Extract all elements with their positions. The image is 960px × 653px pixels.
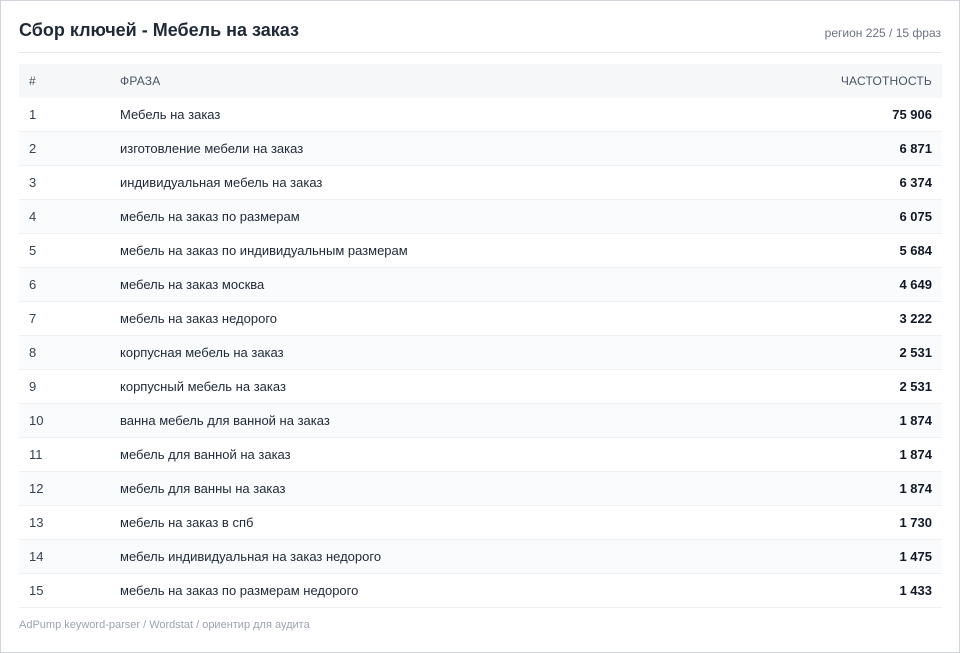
row-frequency: 1 433 <box>762 573 942 608</box>
table-row: 12 мебель для ванны на заказ 1 874 <box>19 471 942 506</box>
row-phrase: мебель на заказ в спб <box>110 505 762 540</box>
row-frequency: 4 649 <box>762 267 942 302</box>
row-number: 9 <box>19 369 110 404</box>
row-number: 13 <box>19 505 110 540</box>
row-frequency: 1 475 <box>762 539 942 574</box>
row-frequency: 6 374 <box>762 165 942 200</box>
column-header-number: # <box>19 64 110 98</box>
row-number: 2 <box>19 131 110 166</box>
table-row: 3 индивидуальная мебель на заказ 6 374 <box>19 165 942 200</box>
table-row: 14 мебель индивидуальная на заказ недорог… <box>19 539 942 574</box>
table-row: 9 корпусный мебель на заказ 2 531 <box>19 369 942 404</box>
row-number: 14 <box>19 539 110 574</box>
row-phrase: индивидуальная мебель на заказ <box>110 165 762 200</box>
table-row: 4 мебель на заказ по размерам 6 075 <box>19 199 942 234</box>
table-row: 10 ванна мебель для ванной на заказ 1 874 <box>19 403 942 438</box>
row-number: 7 <box>19 301 110 336</box>
row-phrase: мебель на заказ недорого <box>110 301 762 336</box>
row-phrase: мебель на заказ по размерам <box>110 199 762 234</box>
row-phrase: мебель на заказ по размерам недорого <box>110 573 762 608</box>
row-number: 11 <box>19 437 110 472</box>
row-number: 1 <box>19 98 110 132</box>
table-row: 13 мебель на заказ в спб 1 730 <box>19 505 942 540</box>
row-number: 6 <box>19 267 110 302</box>
row-frequency: 75 906 <box>762 98 942 132</box>
row-phrase: ванна мебель для ванной на заказ <box>110 403 762 438</box>
row-number: 4 <box>19 199 110 234</box>
report-panel: Сбор ключей - Мебель на заказ регион 225… <box>0 0 960 653</box>
row-frequency: 6 075 <box>762 199 942 234</box>
row-number: 3 <box>19 165 110 200</box>
row-phrase: мебель индивидуальная на заказ недорого <box>110 539 762 574</box>
row-phrase: мебель на заказ по индивидуальным размер… <box>110 233 762 268</box>
row-frequency: 2 531 <box>762 369 942 404</box>
report-header: Сбор ключей - Мебель на заказ регион 225… <box>19 1 941 53</box>
page-title: Сбор ключей - Мебель на заказ <box>19 20 299 40</box>
row-number: 5 <box>19 233 110 268</box>
row-frequency: 1 874 <box>762 437 942 472</box>
table-row: 8 корпусная мебель на заказ 2 531 <box>19 335 942 370</box>
table-row: 11 мебель для ванной на заказ 1 874 <box>19 437 942 472</box>
row-frequency: 1 874 <box>762 471 942 506</box>
row-number: 8 <box>19 335 110 370</box>
row-phrase: корпусная мебель на заказ <box>110 335 762 370</box>
row-number: 12 <box>19 471 110 506</box>
row-phrase: мебель для ванной на заказ <box>110 437 762 472</box>
region-meta: регион 225 / 15 фраз <box>824 26 941 40</box>
row-number: 10 <box>19 403 110 438</box>
row-phrase: Мебель на заказ <box>110 98 762 132</box>
row-frequency: 1 874 <box>762 403 942 438</box>
column-header-phrase: ФРАЗА <box>110 64 762 98</box>
table-row: 7 мебель на заказ недорого 3 222 <box>19 301 942 336</box>
table-row: 15 мебель на заказ по размерам недорого 1 … <box>19 573 942 608</box>
row-phrase: мебель на заказ москва <box>110 267 762 302</box>
table-header-row: # ФРАЗА ЧАСТОТНОСТЬ <box>19 64 942 98</box>
footer-note: AdPump keyword-parser / Wordstat / ориен… <box>19 619 310 631</box>
keywords-table: # ФРАЗА ЧАСТОТНОСТЬ 1 Мебель на заказ 75 9… <box>19 64 942 608</box>
row-frequency: 5 684 <box>762 233 942 268</box>
row-phrase: изготовление мебели на заказ <box>110 131 762 166</box>
row-phrase: мебель для ванны на заказ <box>110 471 762 506</box>
table-row: 1 Мебель на заказ 75 906 <box>19 98 942 132</box>
row-number: 15 <box>19 573 110 608</box>
row-phrase: корпусный мебель на заказ <box>110 369 762 404</box>
row-frequency: 6 871 <box>762 131 942 166</box>
row-frequency: 1 730 <box>762 505 942 540</box>
table-row: 5 мебель на заказ по индивидуальным разме… <box>19 233 942 268</box>
table-row: 2 изготовление мебели на заказ 6 871 <box>19 131 942 166</box>
column-header-frequency: ЧАСТОТНОСТЬ <box>762 64 942 98</box>
row-frequency: 2 531 <box>762 335 942 370</box>
row-frequency: 3 222 <box>762 301 942 336</box>
table-row: 6 мебель на заказ москва 4 649 <box>19 267 942 302</box>
